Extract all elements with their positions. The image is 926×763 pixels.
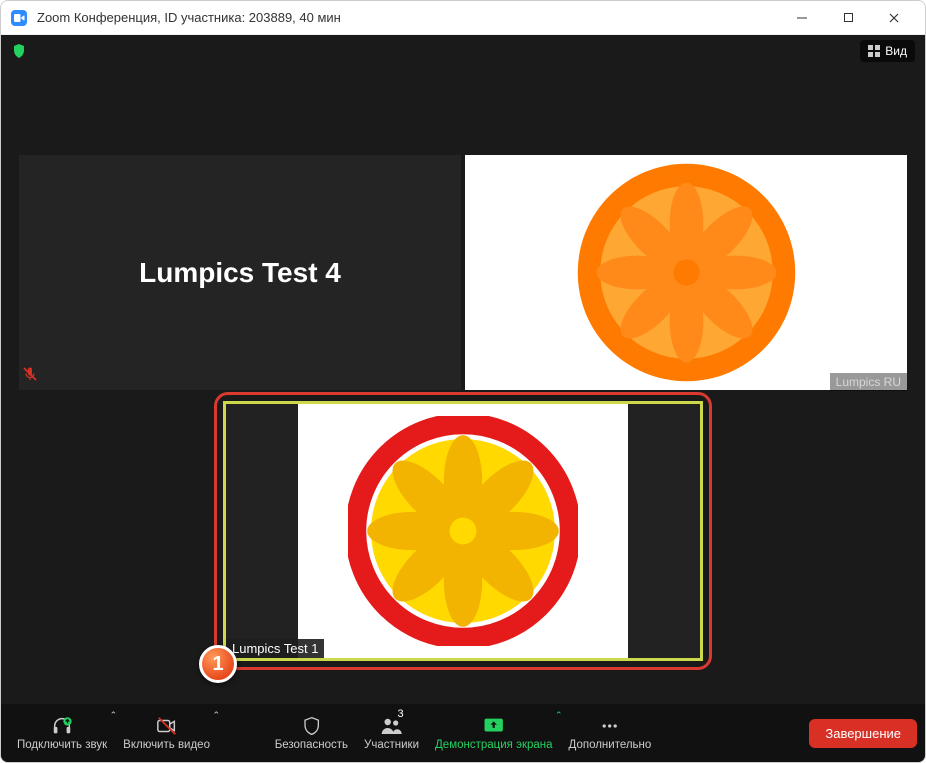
- participant-caption: Lumpics RU: [830, 373, 907, 391]
- join-audio-label: Подключить звук: [17, 739, 107, 751]
- active-speaker-video: [298, 404, 628, 658]
- shield-icon: [301, 715, 321, 737]
- participants-label: Участники: [364, 739, 419, 751]
- maximize-button[interactable]: [825, 1, 871, 35]
- camera-off-icon: [156, 715, 178, 737]
- end-meeting-button[interactable]: Завершение: [809, 719, 917, 748]
- close-button[interactable]: [871, 1, 917, 35]
- window-controls: [779, 1, 917, 35]
- active-speaker-name: Lumpics Test 1: [226, 639, 324, 658]
- letterbox-left: [226, 404, 298, 658]
- annotation-badge: 1: [199, 645, 237, 683]
- meeting-area: Вид Lumpics Test 4: [1, 35, 925, 762]
- share-screen-button[interactable]: Демонстрация экрана ⌃: [427, 704, 561, 762]
- annotation-number: 1: [212, 653, 223, 676]
- participant-tile[interactable]: Lumpics Test 4: [19, 155, 461, 390]
- meeting-topbar: Вид: [1, 35, 925, 67]
- view-toggle-button[interactable]: Вид: [860, 40, 915, 62]
- end-meeting-label: Завершение: [825, 726, 901, 741]
- start-video-button[interactable]: Включить видео ⌃: [115, 704, 218, 762]
- zoom-app-icon: [9, 8, 29, 28]
- participant-tile[interactable]: Lumpics RU: [465, 155, 907, 390]
- app-window: Zoom Конференция, ID участника: 203889, …: [0, 0, 926, 763]
- minimize-button[interactable]: [779, 1, 825, 35]
- more-label: Дополнительно: [569, 739, 652, 751]
- window-title: Zoom Конференция, ID участника: 203889, …: [37, 10, 779, 25]
- share-screen-label: Демонстрация экрана: [435, 739, 553, 751]
- join-audio-button[interactable]: Подключить звук ⌃: [9, 704, 115, 762]
- encryption-shield-icon[interactable]: [11, 43, 27, 59]
- more-icon: [599, 715, 621, 737]
- active-speaker-tile[interactable]: Lumpics Test 1: [223, 401, 703, 661]
- meeting-toolbar: Подключить звук ⌃ Включить видео ⌃ Безоп…: [1, 704, 925, 762]
- more-button[interactable]: Дополнительно: [561, 704, 660, 762]
- participants-strip: Lumpics Test 4: [19, 155, 907, 390]
- start-video-label: Включить видео: [123, 739, 210, 751]
- view-toggle-label: Вид: [885, 44, 907, 58]
- security-button[interactable]: Безопасность: [267, 704, 356, 762]
- titlebar: Zoom Конференция, ID участника: 203889, …: [1, 1, 925, 35]
- participant-name: Lumpics Test 4: [139, 257, 341, 289]
- chevron-up-icon[interactable]: ⌃: [212, 710, 220, 721]
- letterbox-right: [628, 404, 700, 658]
- participants-count: 3: [398, 708, 404, 720]
- security-label: Безопасность: [275, 739, 348, 751]
- participant-video-content: [574, 160, 799, 385]
- participants-button[interactable]: 3 Участники: [356, 704, 427, 762]
- mic-muted-icon: [22, 366, 38, 387]
- headphones-icon: [51, 715, 73, 737]
- share-screen-icon: [483, 715, 505, 737]
- active-speaker-highlight: Lumpics Test 1 1: [214, 392, 712, 670]
- grid-icon: [868, 45, 880, 57]
